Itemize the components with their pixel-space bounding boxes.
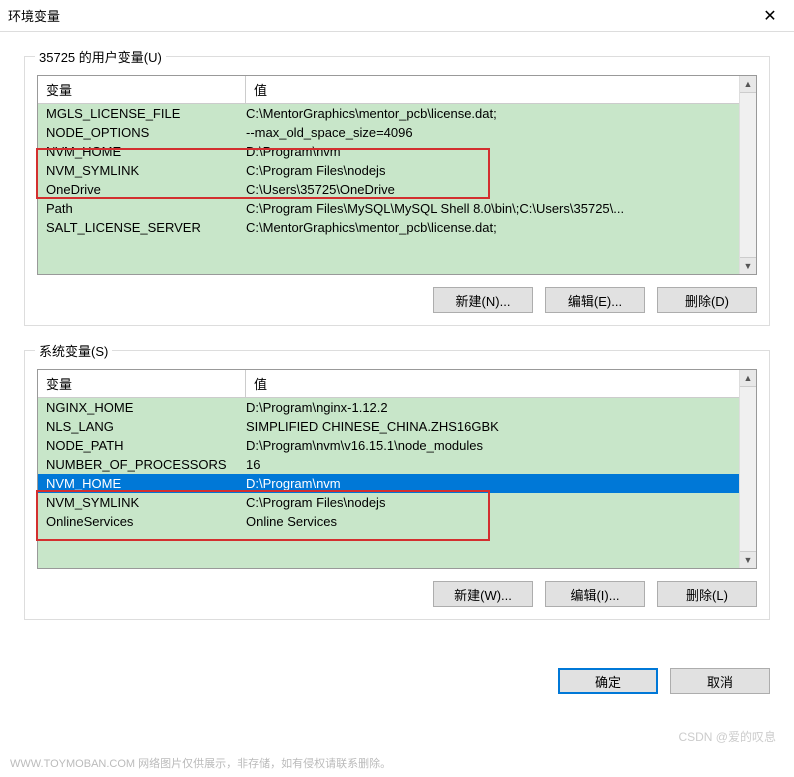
table-row[interactable]: OneDriveC:\Users\35725\OneDrive [38, 180, 739, 199]
table-row[interactable]: NLS_LANGSIMPLIFIED CHINESE_CHINA.ZHS16GB… [38, 417, 739, 436]
user-delete-button[interactable]: 删除(D) [657, 287, 757, 313]
cell-variable: NLS_LANG [46, 419, 246, 434]
system-table: 变量 值 NGINX_HOMED:\Program\nginx-1.12.2NL… [37, 369, 757, 569]
titlebar: 环境变量 ✕ [0, 0, 794, 32]
scroll-down-icon[interactable]: ▼ [740, 551, 756, 568]
cell-variable: SALT_LICENSE_SERVER [46, 220, 246, 235]
window-title: 环境变量 [8, 6, 754, 25]
cell-value: D:\Program\nvm [246, 144, 739, 159]
table-row[interactable]: NVM_SYMLINKC:\Program Files\nodejs [38, 493, 739, 512]
table-row[interactable]: NVM_HOMED:\Program\nvm [38, 474, 739, 493]
table-row[interactable]: MGLS_LICENSE_FILEC:\MentorGraphics\mento… [38, 104, 739, 123]
cell-value: SIMPLIFIED CHINESE_CHINA.ZHS16GBK [246, 419, 739, 434]
close-icon[interactable]: ✕ [754, 6, 786, 26]
cell-variable: NVM_HOME [46, 476, 246, 491]
dialog-buttons: 确定 取消 [0, 668, 794, 710]
user-group-label: 35725 的用户变量(U) [35, 47, 166, 66]
cell-value: C:\Program Files\MySQL\MySQL Shell 8.0\b… [246, 201, 739, 216]
table-row[interactable]: NGINX_HOMED:\Program\nginx-1.12.2 [38, 398, 739, 417]
cell-value: C:\MentorGraphics\mentor_pcb\license.dat… [246, 106, 739, 121]
cell-variable: OnlineServices [46, 514, 246, 529]
system-buttons: 新建(W)... 编辑(I)... 删除(L) [37, 581, 757, 607]
user-edit-button[interactable]: 编辑(E)... [545, 287, 645, 313]
cell-variable: NVM_HOME [46, 144, 246, 159]
content: 35725 的用户变量(U) 变量 值 MGLS_LICENSE_FILEC:\… [0, 32, 794, 668]
table-row[interactable]: SALT_LICENSE_SERVERC:\MentorGraphics\men… [38, 218, 739, 237]
ok-button[interactable]: 确定 [558, 668, 658, 694]
system-group-label: 系统变量(S) [35, 341, 112, 360]
user-buttons: 新建(N)... 编辑(E)... 删除(D) [37, 287, 757, 313]
system-table-body[interactable]: NGINX_HOMED:\Program\nginx-1.12.2NLS_LAN… [38, 398, 756, 568]
system-variables-group: 系统变量(S) 变量 值 NGINX_HOMED:\Program\nginx-… [24, 350, 770, 620]
user-scrollbar[interactable]: ▲ ▼ [739, 76, 756, 274]
table-row[interactable]: NODE_OPTIONS--max_old_space_size=4096 [38, 123, 739, 142]
table-row[interactable]: PathC:\Program Files\MySQL\MySQL Shell 8… [38, 199, 739, 218]
cell-variable: NGINX_HOME [46, 400, 246, 415]
cell-value: D:\Program\nvm [246, 476, 739, 491]
table-row[interactable]: NODE_PATHD:\Program\nvm\v16.15.1\node_mo… [38, 436, 739, 455]
user-new-button[interactable]: 新建(N)... [433, 287, 533, 313]
cell-variable: Path [46, 201, 246, 216]
watermark-left: WWW.TOYMOBAN.COM 网络图片仅供展示，非存储，如有侵权请联系删除。 [10, 755, 391, 771]
cell-value: --max_old_space_size=4096 [246, 125, 739, 140]
system-header-val[interactable]: 值 [246, 370, 756, 397]
cancel-button[interactable]: 取消 [670, 668, 770, 694]
cell-value: D:\Program\nvm\v16.15.1\node_modules [246, 438, 739, 453]
user-variables-group: 35725 的用户变量(U) 变量 值 MGLS_LICENSE_FILEC:\… [24, 56, 770, 326]
system-table-header: 变量 值 [38, 370, 756, 398]
cell-variable: NODE_PATH [46, 438, 246, 453]
watermark-right: CSDN @爱的叹息 [678, 728, 776, 745]
cell-value: C:\Users\35725\OneDrive [246, 182, 739, 197]
cell-value: Online Services [246, 514, 739, 529]
user-header-var[interactable]: 变量 [38, 76, 246, 103]
cell-value: 16 [246, 457, 739, 472]
cell-value: C:\Program Files\nodejs [246, 163, 739, 178]
user-header-val[interactable]: 值 [246, 76, 756, 103]
table-row[interactable]: NVM_SYMLINKC:\Program Files\nodejs [38, 161, 739, 180]
cell-variable: NVM_SYMLINK [46, 163, 246, 178]
cell-value: C:\Program Files\nodejs [246, 495, 739, 510]
cell-value: C:\MentorGraphics\mentor_pcb\license.dat… [246, 220, 739, 235]
user-table: 变量 值 MGLS_LICENSE_FILEC:\MentorGraphics\… [37, 75, 757, 275]
scroll-up-icon[interactable]: ▲ [740, 370, 756, 387]
user-table-header: 变量 值 [38, 76, 756, 104]
scroll-down-icon[interactable]: ▼ [740, 257, 756, 274]
cell-variable: NVM_SYMLINK [46, 495, 246, 510]
cell-value: D:\Program\nginx-1.12.2 [246, 400, 739, 415]
table-row[interactable]: OnlineServicesOnline Services [38, 512, 739, 531]
system-edit-button[interactable]: 编辑(I)... [545, 581, 645, 607]
table-row[interactable]: NUMBER_OF_PROCESSORS16 [38, 455, 739, 474]
cell-variable: NUMBER_OF_PROCESSORS [46, 457, 246, 472]
system-delete-button[interactable]: 删除(L) [657, 581, 757, 607]
system-header-var[interactable]: 变量 [38, 370, 246, 397]
cell-variable: OneDrive [46, 182, 246, 197]
cell-variable: MGLS_LICENSE_FILE [46, 106, 246, 121]
user-table-body[interactable]: MGLS_LICENSE_FILEC:\MentorGraphics\mento… [38, 104, 756, 274]
scroll-up-icon[interactable]: ▲ [740, 76, 756, 93]
system-new-button[interactable]: 新建(W)... [433, 581, 533, 607]
system-scrollbar[interactable]: ▲ ▼ [739, 370, 756, 568]
cell-variable: NODE_OPTIONS [46, 125, 246, 140]
table-row[interactable]: NVM_HOMED:\Program\nvm [38, 142, 739, 161]
